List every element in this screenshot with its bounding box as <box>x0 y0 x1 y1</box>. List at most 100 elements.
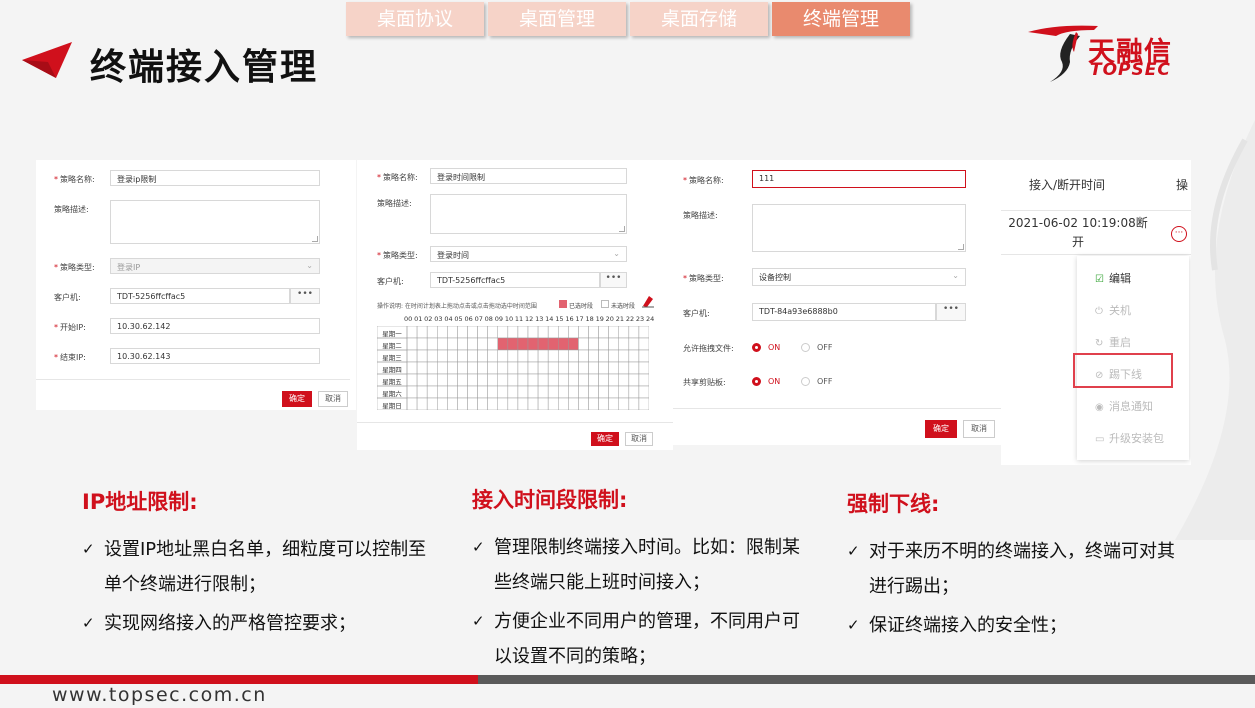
schedule-cell[interactable] <box>406 337 418 351</box>
schedule-cell[interactable] <box>537 349 549 363</box>
schedule-cell[interactable] <box>497 361 509 375</box>
schedule-cell[interactable] <box>588 326 599 339</box>
schedule-cell[interactable] <box>527 373 539 387</box>
schedule-cell[interactable] <box>588 385 599 399</box>
schedule-cell[interactable] <box>638 373 649 387</box>
schedule-cell[interactable] <box>618 349 630 363</box>
schedule-cell[interactable] <box>517 385 529 399</box>
schedule-cell[interactable] <box>578 397 589 410</box>
schedule-cell[interactable] <box>426 361 438 375</box>
start-ip-input[interactable]: 10.30.62.142 <box>110 318 320 334</box>
schedule-cell[interactable] <box>406 385 418 399</box>
schedule-cell[interactable] <box>638 337 649 351</box>
schedule-cell[interactable] <box>558 349 569 363</box>
policy-desc-textarea[interactable] <box>430 194 627 234</box>
schedule-cell[interactable] <box>588 373 599 387</box>
schedule-cell[interactable] <box>437 373 448 387</box>
schedule-cell[interactable] <box>568 397 579 410</box>
menu-item-shutdown[interactable]: ⏻ 关机 <box>1095 302 1131 318</box>
schedule-cell[interactable] <box>527 397 539 410</box>
schedule-cell[interactable] <box>447 326 458 339</box>
ok-button[interactable]: 确定 <box>591 432 619 446</box>
schedule-cell-selected[interactable] <box>527 337 539 351</box>
schedule-cell[interactable] <box>537 326 549 339</box>
schedule-cell[interactable] <box>618 337 630 351</box>
schedule-cell[interactable] <box>487 349 498 363</box>
schedule-cell[interactable] <box>517 349 529 363</box>
client-input[interactable]: TDT-5256ffcffac5 <box>430 272 600 288</box>
schedule-cell[interactable] <box>537 373 549 387</box>
schedule-cell[interactable] <box>487 385 498 399</box>
clipboard-on-radio[interactable] <box>752 377 761 386</box>
schedule-cell[interactable] <box>507 373 519 387</box>
policy-type-select[interactable]: 登录IP ⌄ <box>110 258 320 274</box>
footer-url[interactable]: www.topsec.com.cn <box>52 684 267 706</box>
schedule-cell[interactable] <box>426 385 438 399</box>
schedule-cell[interactable] <box>578 373 589 387</box>
schedule-cell[interactable] <box>527 349 539 363</box>
schedule-cell[interactable] <box>517 326 529 339</box>
schedule-cell[interactable] <box>487 397 498 410</box>
ok-button[interactable]: 确定 <box>925 420 957 438</box>
schedule-cell[interactable] <box>598 385 609 399</box>
schedule-cell[interactable] <box>447 397 458 410</box>
schedule-cell[interactable] <box>467 361 478 375</box>
schedule-cell[interactable] <box>416 361 428 375</box>
menu-item-edit[interactable]: ☑ 编辑 <box>1095 270 1131 286</box>
schedule-cell[interactable] <box>447 337 458 351</box>
schedule-cell[interactable] <box>558 397 569 410</box>
schedule-cell[interactable] <box>618 385 630 399</box>
schedule-cell[interactable] <box>457 349 468 363</box>
schedule-cell[interactable] <box>437 361 448 375</box>
schedule-cell[interactable] <box>406 361 418 375</box>
schedule-cell[interactable] <box>517 397 529 410</box>
schedule-cell[interactable] <box>497 397 509 410</box>
schedule-cell[interactable] <box>507 385 519 399</box>
client-picker-button[interactable]: ••• <box>290 288 320 304</box>
schedule-cell[interactable] <box>527 361 539 375</box>
schedule-cell[interactable] <box>467 397 478 410</box>
eraser-icon[interactable] <box>641 294 655 308</box>
schedule-cell[interactable] <box>527 385 539 399</box>
schedule-cell[interactable] <box>507 361 519 375</box>
schedule-cell[interactable] <box>447 373 458 387</box>
schedule-cell[interactable] <box>547 397 559 410</box>
schedule-cell[interactable] <box>628 349 640 363</box>
schedule-cell[interactable] <box>547 349 559 363</box>
schedule-cell[interactable] <box>437 349 448 363</box>
schedule-cell[interactable] <box>457 373 468 387</box>
schedule-cell[interactable] <box>598 361 609 375</box>
schedule-cell[interactable] <box>568 361 579 375</box>
schedule-cell[interactable] <box>598 373 609 387</box>
schedule-cell[interactable] <box>487 326 498 339</box>
schedule-cell[interactable] <box>416 349 428 363</box>
schedule-cell[interactable] <box>477 361 488 375</box>
schedule-cell-selected[interactable] <box>558 337 569 351</box>
schedule-cell[interactable] <box>578 326 589 339</box>
schedule-cell[interactable] <box>547 361 559 375</box>
schedule-cell[interactable] <box>447 385 458 399</box>
schedule-cell[interactable] <box>477 373 488 387</box>
schedule-cell[interactable] <box>467 337 478 351</box>
schedule-cell[interactable] <box>598 349 609 363</box>
schedule-cell[interactable] <box>618 373 630 387</box>
schedule-cell[interactable] <box>517 373 529 387</box>
schedule-cell[interactable] <box>568 349 579 363</box>
policy-name-input[interactable]: 登录ip限制 <box>110 170 320 186</box>
schedule-cell[interactable] <box>628 385 640 399</box>
schedule-cell[interactable] <box>638 385 649 399</box>
schedule-cell[interactable] <box>457 397 468 410</box>
schedule-cell[interactable] <box>416 337 428 351</box>
schedule-cell[interactable] <box>578 337 589 351</box>
schedule-cell[interactable] <box>598 326 609 339</box>
schedule-cell[interactable] <box>608 349 620 363</box>
schedule-cell[interactable] <box>578 361 589 375</box>
cancel-button[interactable]: 取消 <box>625 432 653 446</box>
schedule-cell[interactable] <box>558 326 569 339</box>
schedule-cell[interactable] <box>608 385 620 399</box>
schedule-cell[interactable] <box>558 385 569 399</box>
schedule-cell[interactable] <box>527 326 539 339</box>
schedule-cell[interactable] <box>507 326 519 339</box>
menu-item-upgrade-package[interactable]: ▭ 升级安装包 <box>1095 430 1164 446</box>
schedule-cell[interactable] <box>457 385 468 399</box>
